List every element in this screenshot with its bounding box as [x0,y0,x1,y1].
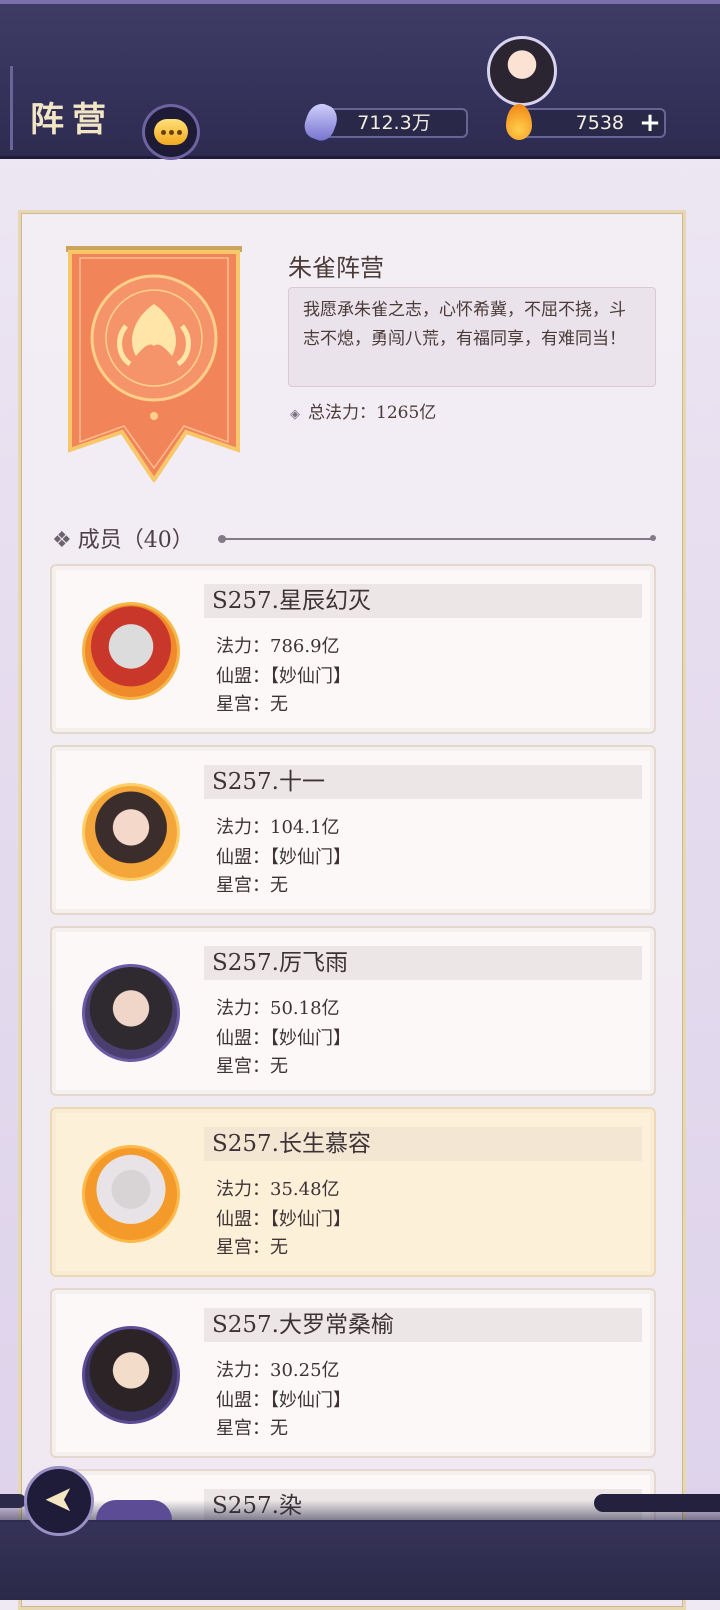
member-power: 法力：786.9亿 [216,636,340,657]
member-power: 法力：50.18亿 [216,998,340,1019]
bottom-bar [0,1500,720,1600]
back-arrow-icon: ➤ [43,1479,75,1520]
total-power-label: 总法力： [308,403,376,423]
member-alliance: 仙盟：【妙仙门】 [216,666,351,687]
flame-gem-icon [506,104,532,140]
total-power: ◈ 总法力：1265亿 [290,398,436,423]
back-button[interactable]: ➤ [24,1466,94,1536]
member-palace: 星宫：无 [216,1418,288,1439]
member-power: 法力：30.25亿 [216,1360,340,1381]
member-card[interactable]: S257.十一 法力：104.1亿 仙盟：【妙仙门】 星宫：无 [50,745,656,915]
page-title: 阵营 [30,100,114,140]
member-name: S257.厉飞雨 [204,946,642,980]
member-card-self[interactable]: S257.长生慕容 法力：35.48亿 仙盟：【妙仙门】 星宫：无 [50,1107,656,1277]
faction-banner-emblem [66,246,242,482]
chat-icon [154,119,188,145]
member-alliance: 仙盟：【妙仙门】 [216,847,351,868]
member-power: 法力：35.48亿 [216,1179,340,1200]
member-palace: 星宫：无 [216,1056,288,1077]
member-alliance: 仙盟：【妙仙门】 [216,1390,351,1411]
add-currency-button[interactable]: + [636,110,664,136]
bottom-ornament [594,1494,720,1512]
member-avatar [82,602,180,700]
member-power: 法力：104.1亿 [216,817,340,838]
member-avatar [82,1326,180,1424]
bottom-ornament [0,1494,26,1508]
divider [218,535,656,543]
member-alliance: 仙盟：【妙仙门】 [216,1028,351,1049]
faction-name: 朱雀阵营 [288,254,384,282]
member-card[interactable]: S257.星辰幻灭 法力：786.9亿 仙盟：【妙仙门】 星宫：无 [50,564,656,734]
member-avatar [82,1145,180,1243]
faction-motto: 我愿承朱雀之志，心怀希冀，不屈不挠，斗志不熄，勇闯八荒，有福同享，有难同当！ [288,287,656,387]
member-name: S257.长生慕容 [204,1127,642,1161]
player-avatar[interactable] [487,36,557,106]
member-palace: 星宫：无 [216,1237,288,1258]
total-power-value: 1265亿 [376,403,437,423]
member-palace: 星宫：无 [216,875,288,896]
member-avatar [96,1500,172,1520]
member-avatar [82,783,180,881]
member-avatar [82,964,180,1062]
chat-button[interactable] [142,104,200,160]
spirit-stone-counter: 712.3万 [320,108,468,138]
member-name: S257.星辰幻灭 [204,584,642,618]
member-card[interactable]: S257.厉飞雨 法力：50.18亿 仙盟：【妙仙门】 星宫：无 [50,926,656,1096]
ornament-icon: ❖ [52,528,72,553]
members-heading: ❖ 成员（40） [52,522,194,554]
member-palace: 星宫：无 [216,694,288,715]
member-name: S257.十一 [204,765,642,799]
member-alliance: 仙盟：【妙仙门】 [216,1209,351,1230]
members-heading-label: 成员（40） [77,528,194,553]
diamond-icon: ◈ [290,407,300,422]
member-card[interactable]: S257.大罗常桑榆 法力：30.25亿 仙盟：【妙仙门】 星宫：无 [50,1288,656,1458]
member-name: S257.大罗常桑榆 [204,1308,642,1342]
